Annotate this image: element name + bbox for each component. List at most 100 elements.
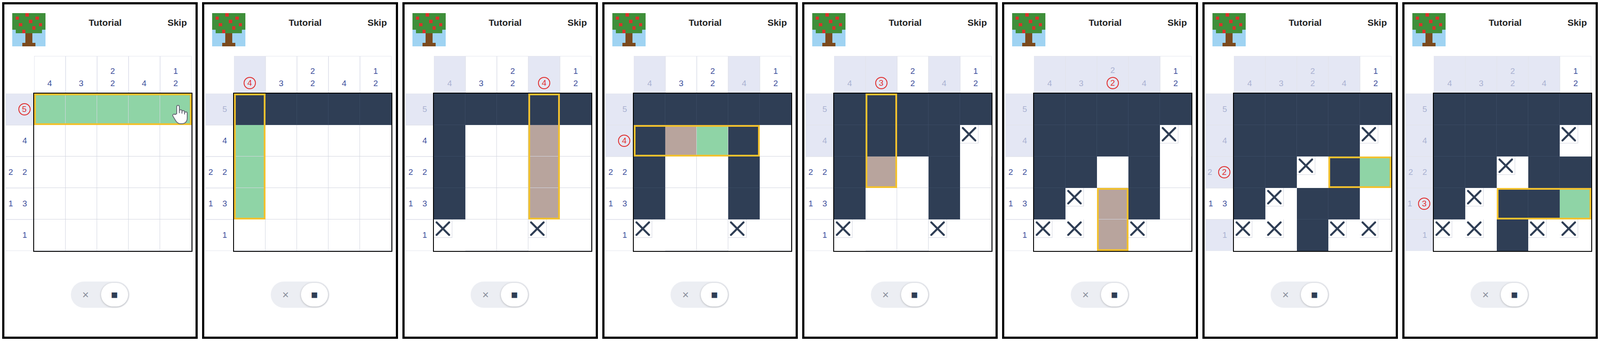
grid-cell[interactable] [728,188,760,220]
mode-option[interactable]: ■ [101,282,129,307]
mode-option[interactable]: ■ [1500,282,1528,307]
grid-cell[interactable] [960,219,992,252]
grid-cell[interactable] [696,219,729,252]
grid-cell[interactable] [34,188,66,220]
grid-cell[interactable] [128,93,161,126]
grid-cell[interactable] [1233,93,1266,126]
grid-cell[interactable] [960,93,992,126]
grid-cell[interactable] [1065,93,1097,126]
grid-cell[interactable] [1265,93,1297,126]
mode-option[interactable]: ■ [700,282,728,307]
mode-toggle[interactable]: ×■ [270,281,330,308]
mode-toggle[interactable]: ×■ [470,281,530,308]
grid-cell[interactable] [496,156,529,189]
grid-cell[interactable] [1496,125,1529,157]
grid-cell[interactable] [559,219,592,252]
grid-cell[interactable] [528,125,560,157]
grid-cell[interactable] [128,156,161,189]
grid-cell[interactable] [234,156,266,189]
skip-button[interactable]: Skip [964,13,990,33]
grid-cell[interactable] [1233,125,1266,157]
mode-option[interactable]: × [1072,282,1100,307]
grid-cell[interactable] [1433,156,1466,189]
grid-cell[interactable] [865,125,898,157]
skip-button[interactable]: Skip [1364,13,1390,33]
grid-cell[interactable] [160,188,192,220]
grid-cell[interactable] [1528,219,1547,238]
grid-cell[interactable] [1159,125,1179,144]
grid-cell[interactable] [728,125,760,157]
grid-cell[interactable] [696,125,729,157]
grid-cell[interactable] [1496,156,1516,175]
grid-cell[interactable] [359,156,392,189]
grid-cell[interactable] [296,93,329,126]
grid-cell[interactable] [897,125,929,157]
grid-cell[interactable] [359,219,392,252]
grid-cell[interactable] [960,125,979,144]
grid-cell[interactable] [296,219,329,252]
grid-cell[interactable] [1128,219,1147,238]
grid-cell[interactable] [160,219,192,252]
grid-cell[interactable] [1096,188,1129,220]
mode-toggle[interactable]: ×■ [1070,281,1130,308]
grid-cell[interactable] [1328,125,1360,157]
grid-cell[interactable] [265,125,297,157]
grid-cell[interactable] [328,188,360,220]
grid-cell[interactable] [1128,125,1160,157]
mode-option[interactable]: × [272,282,300,307]
grid-cell[interactable] [1296,93,1329,126]
grid-cell[interactable] [433,219,453,238]
grid-cell[interactable] [465,125,497,157]
grid-cell[interactable] [834,219,853,238]
grid-cell[interactable] [1265,188,1284,207]
grid-cell[interactable] [97,188,129,220]
grid-cell[interactable] [65,156,98,189]
grid-cell[interactable] [1096,125,1129,157]
grid-cell[interactable] [1065,219,1084,238]
grid-cell[interactable] [65,219,98,252]
grid-cell[interactable] [1034,188,1066,220]
grid-cell[interactable] [960,156,992,189]
grid-cell[interactable] [465,93,497,126]
mode-option[interactable]: × [1471,282,1499,307]
grid-cell[interactable] [1296,125,1329,157]
grid-cell[interactable] [897,156,929,189]
grid-cell[interactable] [897,93,929,126]
grid-cell[interactable] [1465,219,1484,238]
grid-cell[interactable] [1328,219,1347,238]
grid-cell[interactable] [328,156,360,189]
grid-cell[interactable] [759,188,792,220]
grid-cell[interactable] [528,219,547,238]
grid-cell[interactable] [496,188,529,220]
grid-cell[interactable] [559,125,592,157]
grid-cell[interactable] [1034,93,1066,126]
grid-cell[interactable] [928,219,947,238]
grid-cell[interactable] [1128,93,1160,126]
grid-cell[interactable] [665,93,697,126]
grid-cell[interactable] [234,219,266,252]
grid-cell[interactable] [1265,156,1297,189]
grid-cell[interactable] [1433,93,1466,126]
grid-cell[interactable] [1265,219,1284,238]
grid-cell[interactable] [34,125,66,157]
grid-cell[interactable] [160,156,192,189]
grid-cell[interactable] [528,188,560,220]
grid-cell[interactable] [234,125,266,157]
skip-button[interactable]: Skip [765,13,790,33]
mode-toggle[interactable]: ×■ [1470,281,1530,308]
grid-cell[interactable] [1328,156,1360,189]
grid-cell[interactable] [34,156,66,189]
mode-toggle[interactable]: ×■ [670,281,730,308]
mode-toggle[interactable]: ×■ [870,281,930,308]
grid-cell[interactable] [1296,156,1316,175]
grid-cell[interactable] [359,125,392,157]
grid-cell[interactable] [128,125,161,157]
mode-option[interactable]: × [872,282,900,307]
grid-cell[interactable] [328,125,360,157]
grid-cell[interactable] [1359,125,1379,144]
grid-cell[interactable] [1328,93,1360,126]
grid-cell[interactable] [97,93,129,126]
grid-cell[interactable] [1159,93,1192,126]
grid-cell[interactable] [665,125,697,157]
grid-cell[interactable] [696,156,729,189]
